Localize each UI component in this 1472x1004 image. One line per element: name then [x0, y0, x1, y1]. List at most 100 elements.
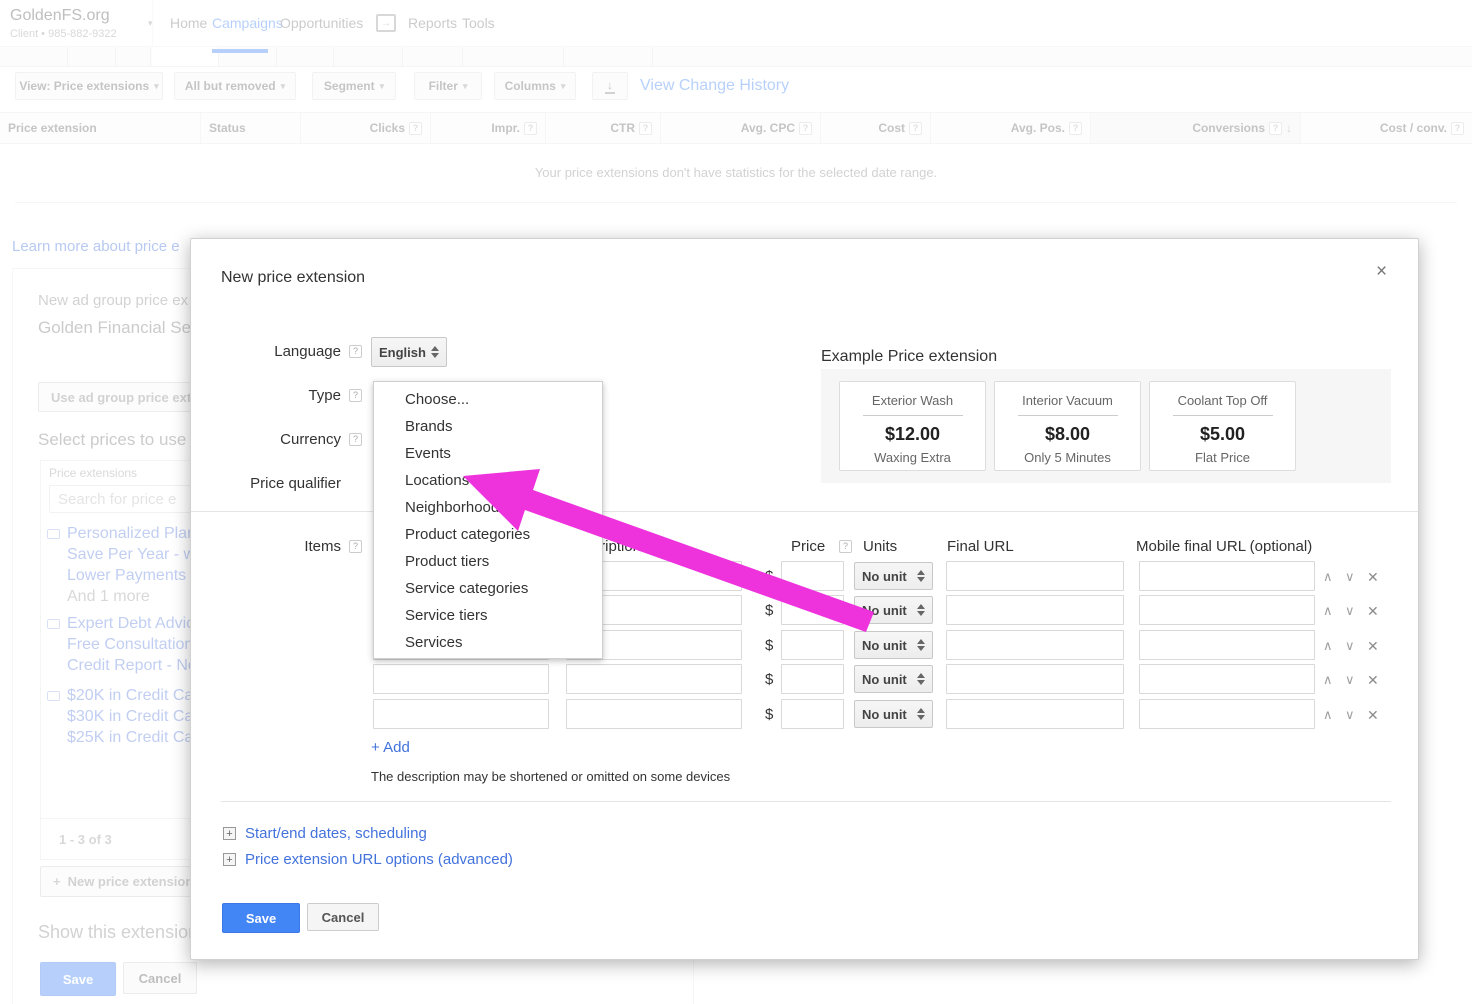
- remove-row-icon[interactable]: ✕: [1367, 603, 1379, 620]
- remove-row-icon[interactable]: ✕: [1367, 672, 1379, 689]
- item-mobile-url-input[interactable]: [1139, 664, 1315, 694]
- remove-row-icon[interactable]: ✕: [1367, 569, 1379, 586]
- item-price-input[interactable]: [781, 630, 844, 660]
- currency-symbol: $: [765, 637, 773, 654]
- expand-icon: +: [223, 853, 236, 866]
- move-up-icon[interactable]: ∧: [1323, 707, 1333, 723]
- item-row: $ No unit ∧ ∨ ✕: [191, 699, 1418, 729]
- spinner-icon: [431, 346, 439, 358]
- add-row-link[interactable]: + Add: [371, 739, 410, 756]
- cancel-button[interactable]: Cancel: [307, 903, 379, 931]
- item-final-url-input[interactable]: [946, 630, 1124, 660]
- remove-row-icon[interactable]: ✕: [1367, 638, 1379, 655]
- move-down-icon[interactable]: ∨: [1345, 707, 1355, 723]
- page: GoldenFS.org Client • 985-882-9322 ▾ Hom…: [0, 0, 1472, 1004]
- item-row: $ No unit ∧ ∨ ✕: [191, 664, 1418, 694]
- move-up-icon[interactable]: ∧: [1323, 672, 1333, 688]
- type-option-neighborhoods[interactable]: Neighborhoods: [374, 494, 602, 521]
- units-value: No unit: [862, 638, 907, 653]
- move-down-icon[interactable]: ∨: [1345, 638, 1355, 654]
- example-card: Interior Vacuum $8.00 Only 5 Minutes: [994, 381, 1141, 471]
- item-description-input[interactable]: [566, 664, 742, 694]
- item-units-select[interactable]: No unit: [854, 665, 933, 693]
- item-price-input[interactable]: [781, 664, 844, 694]
- spinner-icon: [917, 570, 925, 582]
- col-units-label: Units: [863, 538, 897, 555]
- move-up-icon[interactable]: ∧: [1323, 569, 1333, 585]
- col-price-label: Price: [791, 538, 825, 555]
- item-header-input[interactable]: [373, 664, 549, 694]
- language-label: Language: [191, 343, 341, 360]
- language-select[interactable]: English: [371, 337, 447, 367]
- item-final-url-input[interactable]: [946, 664, 1124, 694]
- card-divider: [1173, 415, 1273, 416]
- item-description-input[interactable]: [566, 699, 742, 729]
- card-name: Exterior Wash: [840, 393, 985, 408]
- items-label: Items: [191, 538, 341, 555]
- item-mobile-url-input[interactable]: [1139, 595, 1315, 625]
- type-option-brands[interactable]: Brands: [374, 413, 602, 440]
- type-dropdown-menu: Choose... Brands Events Locations Neighb…: [373, 381, 603, 659]
- dialog-title: New price extension: [221, 269, 365, 287]
- language-value: English: [379, 345, 426, 360]
- price-qualifier-label: Price qualifier: [191, 475, 341, 492]
- card-note: Waxing Extra: [840, 450, 985, 465]
- move-down-icon[interactable]: ∨: [1345, 569, 1355, 585]
- move-up-icon[interactable]: ∧: [1323, 638, 1333, 654]
- item-units-select[interactable]: No unit: [854, 596, 933, 624]
- currency-label: Currency: [191, 431, 341, 448]
- units-value: No unit: [862, 672, 907, 687]
- type-option-locations[interactable]: Locations: [374, 467, 602, 494]
- expand-icon: +: [223, 827, 236, 840]
- help-icon[interactable]: ?: [349, 345, 362, 358]
- description-note: The description may be shortened or omit…: [371, 769, 730, 784]
- card-name: Interior Vacuum: [995, 393, 1140, 408]
- item-final-url-input[interactable]: [946, 595, 1124, 625]
- item-price-input[interactable]: [781, 561, 844, 591]
- example-card: Coolant Top Off $5.00 Flat Price: [1149, 381, 1296, 471]
- expander-label: Price extension URL options (advanced): [245, 851, 513, 868]
- item-mobile-url-input[interactable]: [1139, 630, 1315, 660]
- type-option-services[interactable]: Services: [374, 629, 602, 656]
- item-units-select[interactable]: No unit: [854, 562, 933, 590]
- help-icon[interactable]: ?: [349, 540, 362, 553]
- url-options-expander[interactable]: + Price extension URL options (advanced): [223, 851, 513, 868]
- type-option-service-categories[interactable]: Service categories: [374, 575, 602, 602]
- item-price-input[interactable]: [781, 699, 844, 729]
- col-mobile-url-label: Mobile final URL (optional): [1136, 538, 1312, 555]
- expander-label: Start/end dates, scheduling: [245, 825, 427, 842]
- card-note: Only 5 Minutes: [995, 450, 1140, 465]
- currency-symbol: $: [765, 602, 773, 619]
- card-divider: [1018, 415, 1118, 416]
- type-option-events[interactable]: Events: [374, 440, 602, 467]
- item-header-input[interactable]: [373, 699, 549, 729]
- item-mobile-url-input[interactable]: [1139, 699, 1315, 729]
- card-price: $5.00: [1150, 424, 1295, 445]
- item-units-select[interactable]: No unit: [854, 700, 933, 728]
- type-option-product-categories[interactable]: Product categories: [374, 521, 602, 548]
- remove-row-icon[interactable]: ✕: [1367, 707, 1379, 724]
- item-price-input[interactable]: [781, 595, 844, 625]
- type-option-choose[interactable]: Choose...: [374, 386, 602, 413]
- spinner-icon: [917, 673, 925, 685]
- type-option-service-tiers[interactable]: Service tiers: [374, 602, 602, 629]
- card-price: $12.00: [840, 424, 985, 445]
- card-price: $8.00: [995, 424, 1140, 445]
- move-up-icon[interactable]: ∧: [1323, 603, 1333, 619]
- move-down-icon[interactable]: ∨: [1345, 603, 1355, 619]
- type-option-product-tiers[interactable]: Product tiers: [374, 548, 602, 575]
- move-down-icon[interactable]: ∨: [1345, 672, 1355, 688]
- item-mobile-url-input[interactable]: [1139, 561, 1315, 591]
- item-final-url-input[interactable]: [946, 561, 1124, 591]
- dates-scheduling-expander[interactable]: + Start/end dates, scheduling: [223, 825, 427, 842]
- currency-symbol: $: [765, 706, 773, 723]
- help-icon[interactable]: ?: [349, 433, 362, 446]
- help-icon[interactable]: ?: [839, 540, 852, 553]
- example-panel: Exterior Wash $12.00 Waxing Extra Interi…: [821, 369, 1391, 483]
- save-button[interactable]: Save: [222, 903, 300, 933]
- item-final-url-input[interactable]: [946, 699, 1124, 729]
- close-icon[interactable]: ×: [1376, 265, 1387, 279]
- item-units-select[interactable]: No unit: [854, 631, 933, 659]
- help-icon[interactable]: ?: [349, 389, 362, 402]
- col-final-url-label: Final URL: [947, 538, 1014, 555]
